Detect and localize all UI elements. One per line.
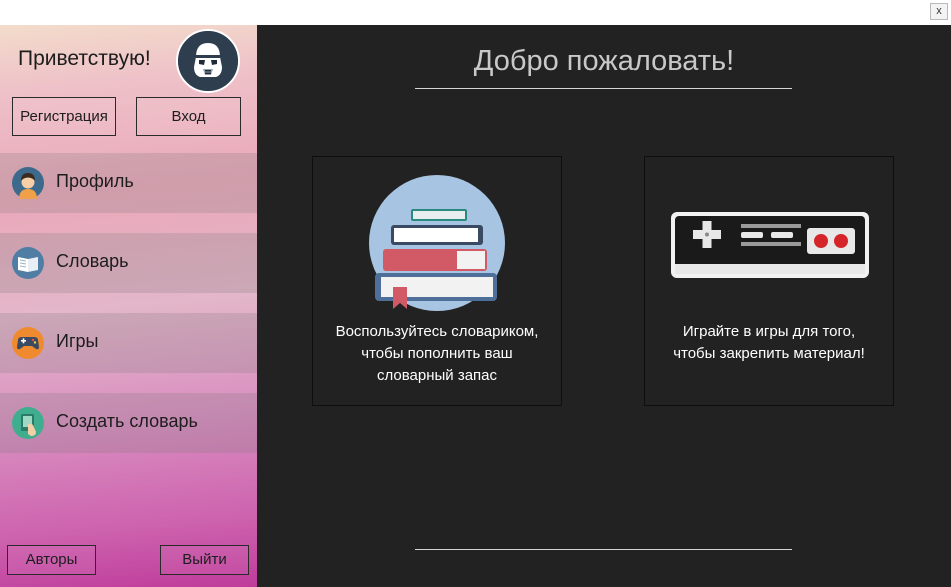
nav-label-dictionary: Словарь	[56, 251, 129, 271]
games-card-text: Играйте в игры для того, чтобы закрепить…	[673, 323, 865, 362]
nav-item-profile[interactable]: Профиль	[0, 153, 257, 213]
books-stack-icon	[369, 175, 505, 320]
game-controller-icon	[671, 212, 869, 283]
nav-item-dictionary[interactable]: Словарь	[0, 233, 257, 293]
divider-top	[415, 88, 792, 89]
sidebar: Приветствую! Регистрация Вход Профиль Сл…	[0, 25, 257, 587]
nav-item-games[interactable]: Игры	[0, 313, 257, 373]
main-panel: Добро пожаловать! Воспользуйтесь словари…	[257, 25, 951, 587]
profile-icon	[12, 167, 44, 199]
nav-item-create-dictionary[interactable]: Создать словарь	[0, 393, 257, 453]
create-dictionary-icon	[12, 407, 44, 439]
close-button[interactable]: x	[930, 3, 948, 20]
authors-button[interactable]: Авторы	[7, 545, 96, 575]
book-icon	[12, 247, 44, 279]
title-bar: x	[0, 0, 951, 25]
gamepad-icon	[12, 327, 44, 359]
nav-label-games: Игры	[56, 331, 99, 351]
greeting-text: Приветствую!	[18, 47, 151, 70]
games-card[interactable]: Играйте в игры для того, чтобы закрепить…	[644, 156, 894, 406]
login-button[interactable]: Вход	[136, 97, 241, 136]
nav-label-profile: Профиль	[56, 171, 134, 191]
dictionary-card-text: Воспользуйтесь словариком, чтобы пополни…	[335, 323, 539, 384]
divider-bottom	[415, 549, 792, 550]
register-button[interactable]: Регистрация	[12, 97, 116, 136]
dictionary-card[interactable]: Воспользуйтесь словариком, чтобы пополни…	[312, 156, 562, 406]
stormtrooper-avatar-icon[interactable]	[176, 29, 240, 93]
exit-button[interactable]: Выйти	[160, 545, 249, 575]
nav-label-create-dictionary: Создать словарь	[56, 411, 198, 431]
page-title: Добро пожаловать!	[473, 45, 735, 77]
